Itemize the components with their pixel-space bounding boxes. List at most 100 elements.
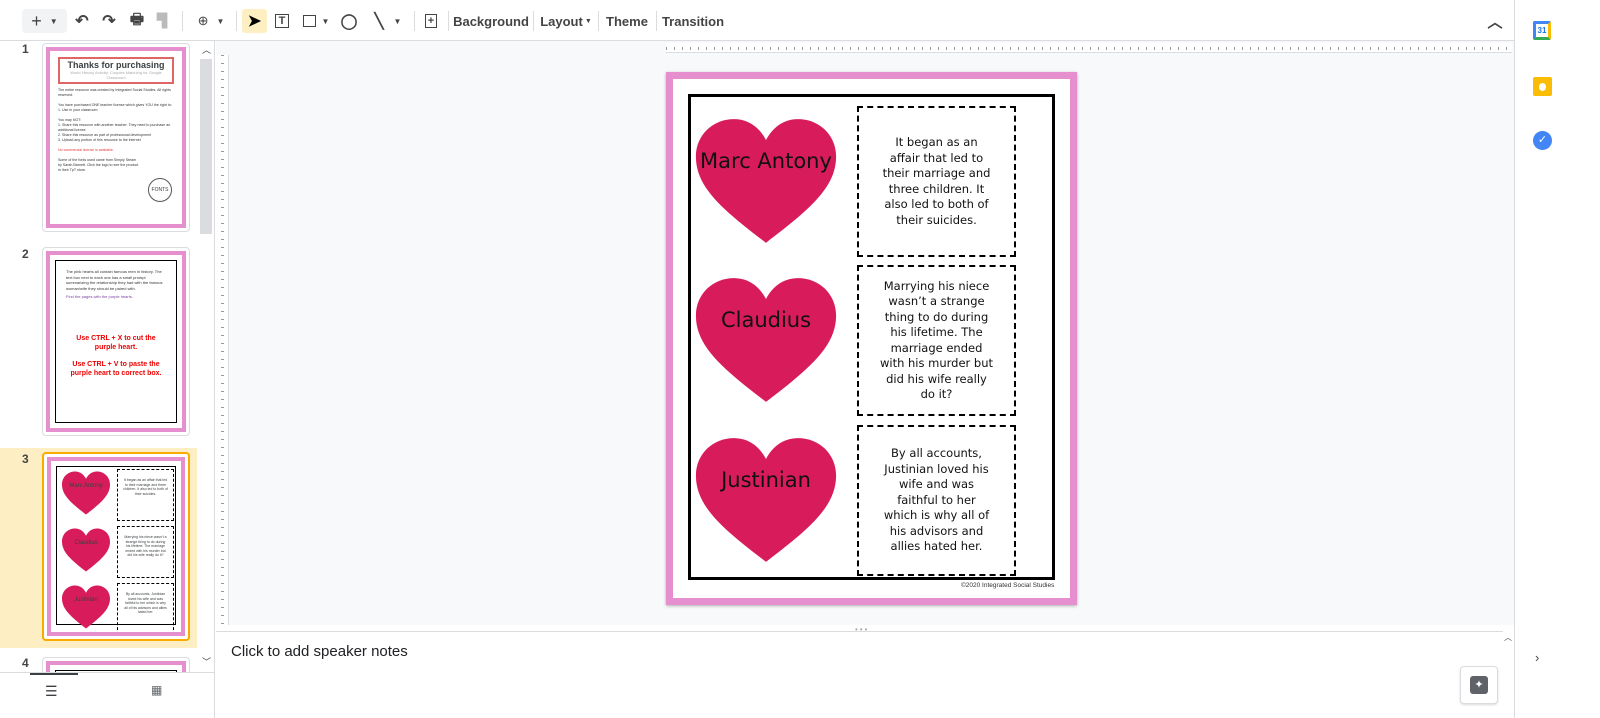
prompt-text: Marrying his niece wasn’t a strange thin… [879, 278, 994, 402]
thumb-line: No commercial license is available. [58, 148, 114, 152]
undo-button[interactable]: ↶ [72, 9, 92, 33]
undo-icon: ↶ [75, 13, 89, 30]
layout-button[interactable]: Layout ▼ [540, 9, 592, 33]
theme-button[interactable]: Theme [604, 9, 650, 33]
side-panel: 31 ✓ › [1514, 0, 1600, 718]
view-toggle-bar: ☰ ▦ [0, 672, 215, 718]
chevron-down-icon: ▼ [321, 16, 330, 26]
text-box-icon: T [274, 14, 290, 28]
image-button[interactable]: ▼ [300, 9, 332, 33]
calendar-icon[interactable]: 31 [1533, 21, 1551, 40]
heart-label: Justinian [721, 468, 811, 492]
paint-format-icon: ▜ [157, 13, 167, 28]
chevron-down-icon: ▼ [216, 16, 225, 26]
filmstrip-view-button[interactable]: ☰ [45, 683, 58, 700]
thumb-line: Find the pages with the purple hearts. [66, 294, 133, 299]
heart-shape[interactable]: Marc Antony [693, 115, 839, 247]
thumb-line: 1. Share this resource with another teac… [58, 123, 171, 132]
new-slide-button[interactable]: + ▼ [22, 9, 67, 33]
thumb-title: Thanks for purchasing [67, 60, 165, 70]
chevron-down-icon: ▼ [584, 17, 592, 25]
slide-number: 3 [22, 452, 29, 466]
fonts-logo[interactable]: FONTS [148, 178, 172, 202]
add-comment-button[interactable]: + [421, 9, 441, 33]
notes-scrollbar[interactable]: ︿ [1503, 631, 1514, 718]
list-view-icon: ☰ [45, 683, 58, 699]
mini-prompt: It began as an affair that led to their … [117, 469, 174, 521]
chevron-right-icon: › [1535, 650, 1540, 665]
collapse-toolbar-button[interactable]: ︿ [1484, 9, 1506, 33]
slide-thumbnail-4[interactable] [42, 657, 190, 672]
slide-number: 1 [22, 42, 29, 56]
grid-view-button[interactable]: ▦ [151, 683, 162, 697]
copyright-text: ©2020 Integrated Social Studies [961, 582, 1055, 589]
thumb-line: Use CTRL + V to paste the purple heart t… [70, 360, 162, 377]
chevron-down-icon: ▼ [49, 16, 58, 26]
prompt-text-box[interactable]: Marrying his niece wasn’t a strange thin… [857, 265, 1016, 416]
vertical-ruler[interactable] [216, 55, 229, 625]
mini-heart: Justinian [61, 584, 111, 630]
slide-thumbnail-3[interactable]: Marc Antony It began as an affair that l… [42, 452, 190, 641]
thumb-line: 1. Use in your classroom [58, 108, 98, 112]
text-box-button[interactable]: T [272, 9, 292, 33]
heart-icon [695, 278, 837, 402]
heart-label: Claudius [720, 308, 812, 332]
line-icon: ╲ [374, 13, 384, 30]
thumb-line: The entire resource was created by Integ… [58, 88, 171, 97]
print-icon: 🖶 [129, 10, 145, 28]
mini-prompt: By all accounts, Justinian loved his wif… [117, 583, 174, 632]
prompt-text-box[interactable]: It began as an affair that led to their … [857, 106, 1016, 257]
chevron-down-icon: ▼ [393, 16, 402, 26]
background-button[interactable]: Background [453, 9, 529, 33]
sparkle-icon: ✦ [1470, 676, 1488, 694]
filmstrip-scrollbar[interactable]: ︿ ﹀ [199, 41, 213, 672]
mini-heart-label: Claudius [74, 540, 98, 546]
comment-icon: + [424, 14, 438, 28]
slide-number: 2 [22, 247, 29, 261]
thumb-line: The pink hearts all contain famous men i… [66, 269, 163, 291]
mini-heart-label: Marc Antony [69, 483, 103, 489]
mini-heart-label: Justinian [74, 597, 98, 603]
shape-icon: ◯ [340, 13, 358, 30]
shape-button[interactable]: ◯ [339, 9, 359, 33]
mini-heart: Marc Antony [61, 470, 111, 516]
slide-thumbnail-2[interactable]: The pink hearts all contain famous men i… [42, 247, 190, 436]
explore-button[interactable]: ✦ [1460, 666, 1498, 704]
prompt-text-box[interactable]: By all accounts, Justinian loved his wif… [857, 425, 1016, 576]
zoom-icon: ⊕ [197, 13, 209, 28]
paint-format-button[interactable]: ▜ [153, 9, 171, 33]
slide-thumbnail-1[interactable]: Thanks for purchasing World History Activ… [42, 43, 190, 232]
zoom-button[interactable]: ⊕ ▼ [192, 9, 230, 33]
speaker-notes-placeholder[interactable]: Click to add speaker notes [231, 643, 408, 660]
layout-label: Layout [540, 13, 583, 29]
toolbar: + ▼ ↶ ↷ 🖶 ▜ ⊕ ▼ ➤ T ▼ ◯ ╲ ▼ + Background La… [0, 0, 1514, 41]
select-tool-button[interactable]: ➤ [242, 9, 267, 33]
redo-icon: ↷ [102, 13, 116, 30]
redo-button[interactable]: ↷ [99, 9, 119, 33]
plus-icon: + [31, 10, 42, 31]
heart-icon [695, 119, 837, 243]
heart-label: Marc Antony [700, 149, 832, 173]
grid-view-icon: ▦ [151, 683, 163, 697]
transition-button[interactable]: Transition [662, 9, 724, 33]
mini-heart: Claudius [61, 527, 111, 573]
image-icon [302, 15, 316, 27]
print-button[interactable]: 🖶 [127, 9, 147, 33]
horizontal-ruler[interactable] [666, 43, 1512, 53]
keep-icon[interactable] [1533, 77, 1552, 96]
chevron-up-icon: ︿ [1487, 13, 1503, 31]
heart-icon [695, 438, 837, 562]
line-button[interactable]: ╲ ▼ [368, 9, 408, 33]
heart-shape[interactable]: Claudius [693, 274, 839, 406]
speaker-notes[interactable]: Click to add speaker notes ✦ [216, 631, 1514, 718]
tasks-icon[interactable]: ✓ [1533, 131, 1552, 150]
thumb-line: Some of the fonts used came from Simply … [58, 158, 139, 172]
heart-shape[interactable]: Justinian [693, 434, 839, 566]
thumb-line: 3. Upload any portion of this resource t… [58, 138, 141, 142]
current-slide[interactable]: Marc Antony It began as an affair that l… [666, 72, 1077, 605]
cursor-icon: ➤ [247, 13, 262, 30]
thumb-subtitle: World History Activity: Couples Matching… [70, 70, 162, 80]
thumb-line: Use CTRL + X to cut the purple heart. [76, 334, 156, 351]
prompt-text: By all accounts, Justinian loved his wif… [883, 446, 990, 554]
expand-panel-button[interactable]: › [1535, 650, 1539, 665]
